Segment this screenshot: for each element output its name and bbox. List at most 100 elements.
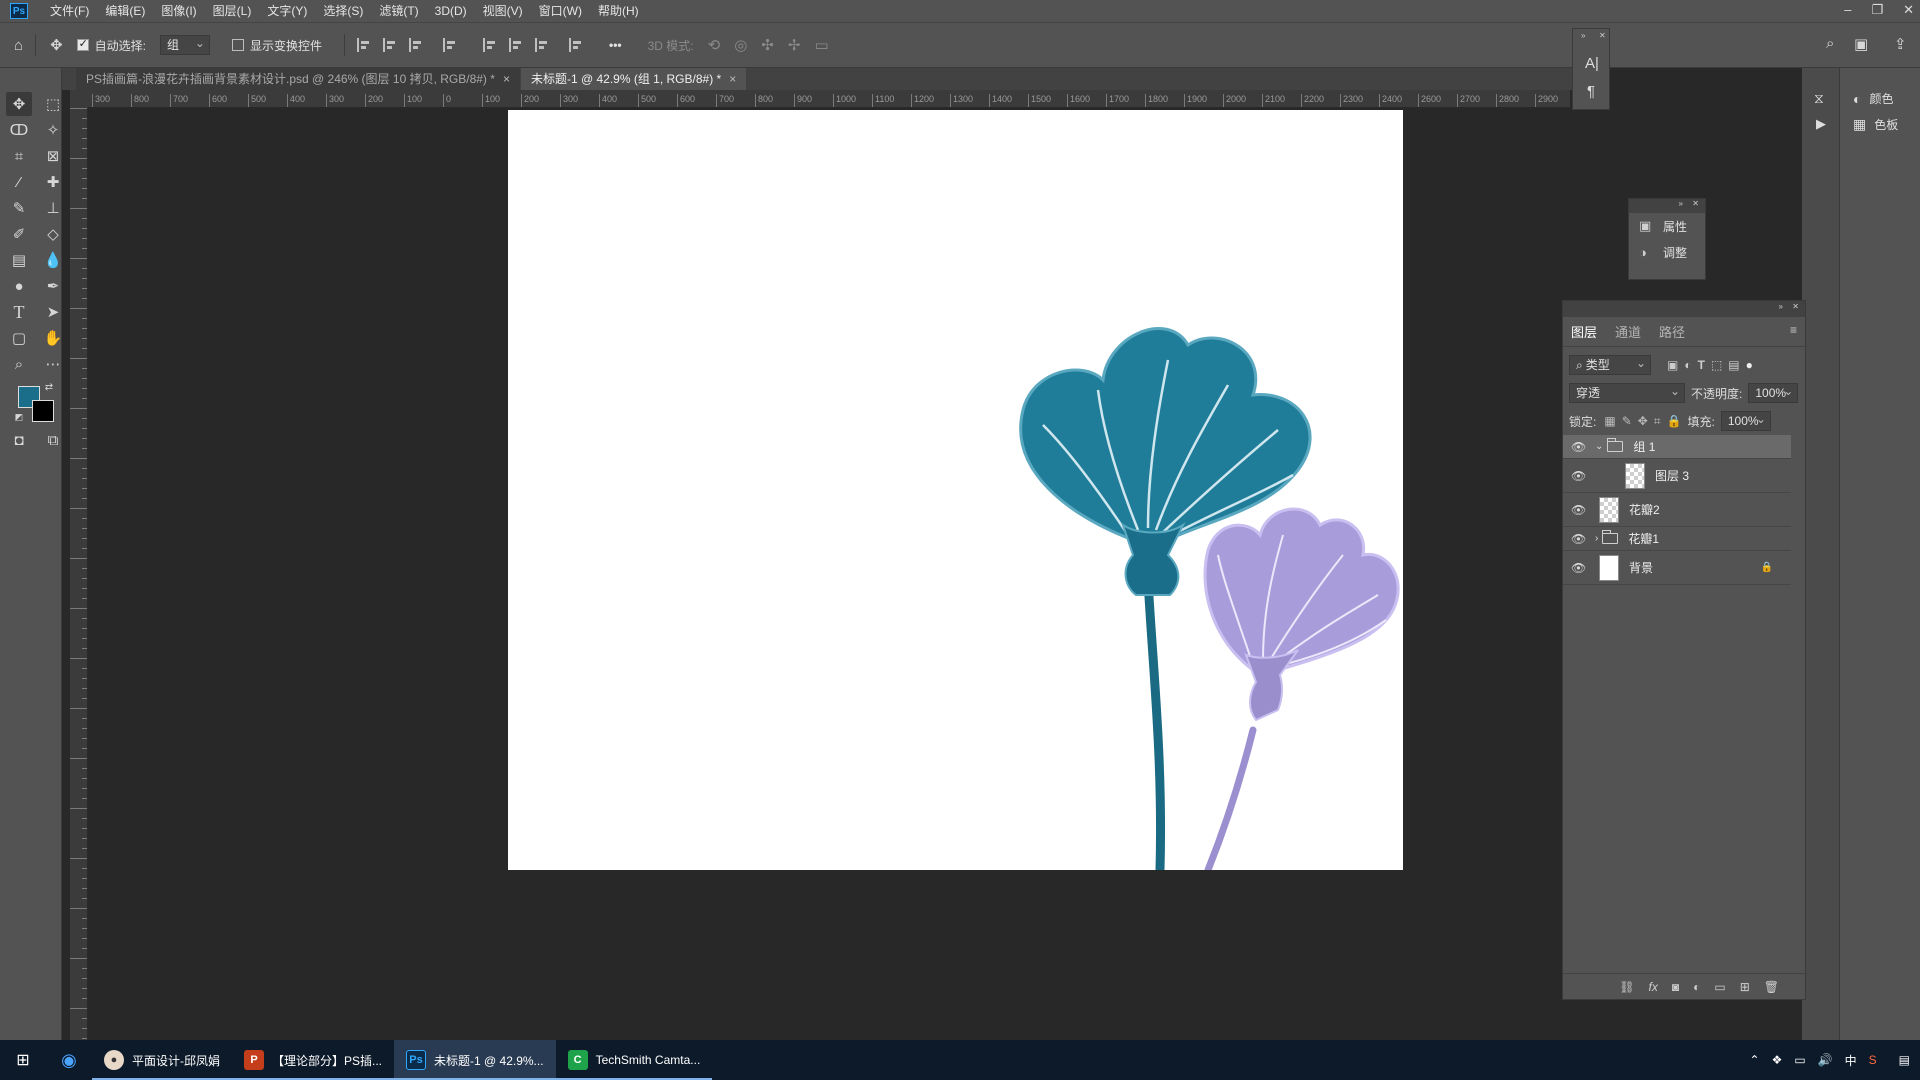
lock-artboard-icon[interactable]: ⌗ [1654, 414, 1661, 429]
marquee-tool-icon[interactable]: ⬚ [40, 92, 66, 116]
filter-type-icon[interactable]: T [1698, 358, 1705, 372]
eraser-tool-icon[interactable]: ◇ [40, 222, 66, 246]
menu-type[interactable]: 文字(Y) [259, 0, 315, 22]
tab-layers[interactable]: 图层 [1571, 322, 1597, 341]
zoom-tool-icon[interactable]: ⌕ [6, 352, 32, 376]
panel-menu-icon[interactable]: ≡ [1790, 323, 1797, 337]
menu-select[interactable]: 选择(S) [315, 0, 371, 22]
healing-brush-icon[interactable]: ✚ [40, 170, 66, 194]
search-icon[interactable]: ⌕ [1826, 35, 1834, 52]
layer-row-layer-3[interactable]: 👁 图层 3 [1563, 459, 1791, 493]
new-layer-icon[interactable]: ⊞ [1740, 980, 1750, 994]
visibility-eye-icon[interactable]: 👁 [1571, 504, 1586, 516]
menu-layer[interactable]: 图层(L) [205, 0, 260, 22]
visibility-eye-icon[interactable]: 👁 [1571, 470, 1586, 482]
tray-expand-icon[interactable]: ⌃ [1750, 1053, 1760, 1067]
3d-pan-icon[interactable]: ✣ [761, 36, 774, 54]
align-center-icon[interactable] [383, 38, 397, 52]
volume-icon[interactable]: 🔊 [1818, 1053, 1833, 1067]
close-panel-icon[interactable]: ✕ [1599, 31, 1606, 40]
collapse-icon[interactable]: » [1679, 199, 1683, 208]
shape-tool-icon[interactable]: ▢ [6, 326, 32, 350]
distribute-icon[interactable] [443, 38, 457, 52]
menu-3d[interactable]: 3D(D) [427, 0, 475, 22]
collapse-icon[interactable]: » [1779, 302, 1783, 311]
taskbar-item-powerpoint[interactable]: P 【理论部分】PS插... [232, 1040, 395, 1080]
delete-layer-icon[interactable]: 🗑 [1764, 980, 1779, 994]
blur-tool-icon[interactable]: 💧 [40, 248, 66, 272]
search-button[interactable]: ◉ [46, 1040, 92, 1080]
home-icon[interactable]: ⌂ [14, 37, 23, 54]
move-tool-icon[interactable]: ✥ [6, 92, 32, 116]
layer-row-petal-1-group[interactable]: 👁 › 花瓣1 [1563, 527, 1791, 551]
character-panel-icon[interactable]: A| [1585, 55, 1599, 72]
fill-input[interactable]: 100% [1720, 410, 1771, 431]
menu-help[interactable]: 帮助(H) [590, 0, 647, 22]
default-colors-icon[interactable]: ◩ [12, 410, 26, 424]
opacity-input[interactable]: 100% [1748, 382, 1799, 403]
paragraph-panel-icon[interactable]: ¶ [1587, 83, 1595, 100]
adjustments-item[interactable]: ◑ 调整 [1629, 239, 1705, 265]
distribute-vertical-icon[interactable] [569, 38, 583, 52]
tab-document-1[interactable]: PS插画篇-浪漫花卉插画背景素材设计.psd @ 246% (图层 10 拷贝,… [76, 68, 520, 90]
quick-mask-icon[interactable]: ◘ [6, 428, 32, 452]
horizontal-ruler[interactable]: 300 800 700 600 500 400 300 200 100 0 100 200 300 400… [88, 90, 1570, 108]
menu-window[interactable]: 窗口(W) [531, 0, 590, 22]
network-icon[interactable]: ▭ [1794, 1053, 1805, 1067]
lock-pixels-icon[interactable]: ✎ [1622, 414, 1632, 428]
swap-colors-icon[interactable]: ⇄ [42, 380, 56, 394]
frame-tool-icon[interactable]: ⊠ [40, 144, 66, 168]
show-transform-checkbox[interactable] [231, 39, 244, 51]
menu-view[interactable]: 视图(V) [475, 0, 531, 22]
layer-style-icon[interactable]: fx [1649, 980, 1658, 994]
menu-image[interactable]: 图像(I) [153, 0, 204, 22]
align-top-icon[interactable] [483, 38, 497, 52]
expand-chevron-icon[interactable]: ⌄ [1595, 441, 1603, 452]
pen-tool-icon[interactable]: ✒ [40, 274, 66, 298]
taskbar-item-chrome[interactable]: ● 平面设计-邱凤娟 [92, 1040, 232, 1080]
close-tab-icon[interactable]: × [503, 72, 510, 86]
link-layers-icon[interactable]: ⛓ [1619, 980, 1634, 994]
ime-indicator[interactable]: 中 [1845, 1052, 1857, 1069]
3d-slide-icon[interactable]: ✢ [788, 36, 801, 54]
new-group-icon[interactable]: ▭ [1714, 980, 1725, 994]
menu-filter[interactable]: 滤镜(T) [371, 0, 426, 22]
filter-type-dropdown[interactable]: ⌕ 类型 [1569, 354, 1651, 375]
dock-item-swatches[interactable]: ▦ 色板 [1853, 116, 1898, 133]
taskbar-item-camtasia[interactable]: C TechSmith Camta... [555, 1040, 713, 1080]
stamp-tool-icon[interactable]: ⊥ [40, 196, 66, 220]
canvas[interactable] [508, 110, 1403, 870]
close-button[interactable]: ✕ [1903, 0, 1914, 20]
actions-play-icon[interactable]: ▶ [1816, 116, 1826, 132]
layer-row-group-1[interactable]: 👁 ⌄ 组 1 [1563, 435, 1791, 459]
3d-roll-icon[interactable]: ◎ [734, 36, 747, 54]
hand-tool-icon[interactable]: ✋ [40, 326, 66, 350]
align-bottom-icon[interactable] [535, 38, 549, 52]
lock-transparent-icon[interactable]: ▦ [1604, 414, 1615, 428]
tab-paths[interactable]: 路径 [1659, 322, 1685, 341]
visibility-eye-icon[interactable]: 👁 [1571, 533, 1586, 545]
path-select-icon[interactable]: ➤ [40, 300, 66, 324]
filter-shape-icon[interactable]: ⬚ [1711, 358, 1722, 372]
notifications-icon[interactable]: ▤ [1899, 1053, 1910, 1067]
dock-item-color[interactable]: ◐ 颜色 [1853, 90, 1893, 107]
3d-camera-icon[interactable]: ▭ [814, 36, 828, 54]
properties-item[interactable]: ▣ 属性 [1629, 213, 1705, 239]
lasso-tool-icon[interactable]: ↀ [6, 118, 32, 142]
align-right-icon[interactable] [409, 38, 423, 52]
start-button[interactable]: ⊞ [0, 1040, 46, 1080]
more-options-button[interactable]: ••• [609, 38, 622, 52]
crop-tool-icon[interactable]: ⌗ [6, 144, 32, 168]
tab-channels[interactable]: 通道 [1615, 322, 1641, 341]
tab-document-2[interactable]: 未标题-1 @ 42.9% (组 1, RGB/8#) * × [520, 68, 747, 90]
gradient-tool-icon[interactable]: ▤ [6, 248, 32, 272]
menu-edit[interactable]: 编辑(E) [97, 0, 153, 22]
tray-app-icon[interactable]: ❖ [1772, 1053, 1783, 1067]
new-adjustment-icon[interactable]: ◐ [1693, 980, 1700, 994]
magic-wand-icon[interactable]: ✧ [40, 118, 66, 142]
lock-position-icon[interactable]: ✥ [1638, 414, 1648, 428]
background-color-swatch[interactable] [32, 400, 54, 422]
blend-mode-dropdown[interactable]: 穿透 [1569, 382, 1685, 403]
history-brush-icon[interactable]: ✐ [6, 222, 32, 246]
filter-smart-icon[interactable]: ▤ [1728, 358, 1739, 372]
